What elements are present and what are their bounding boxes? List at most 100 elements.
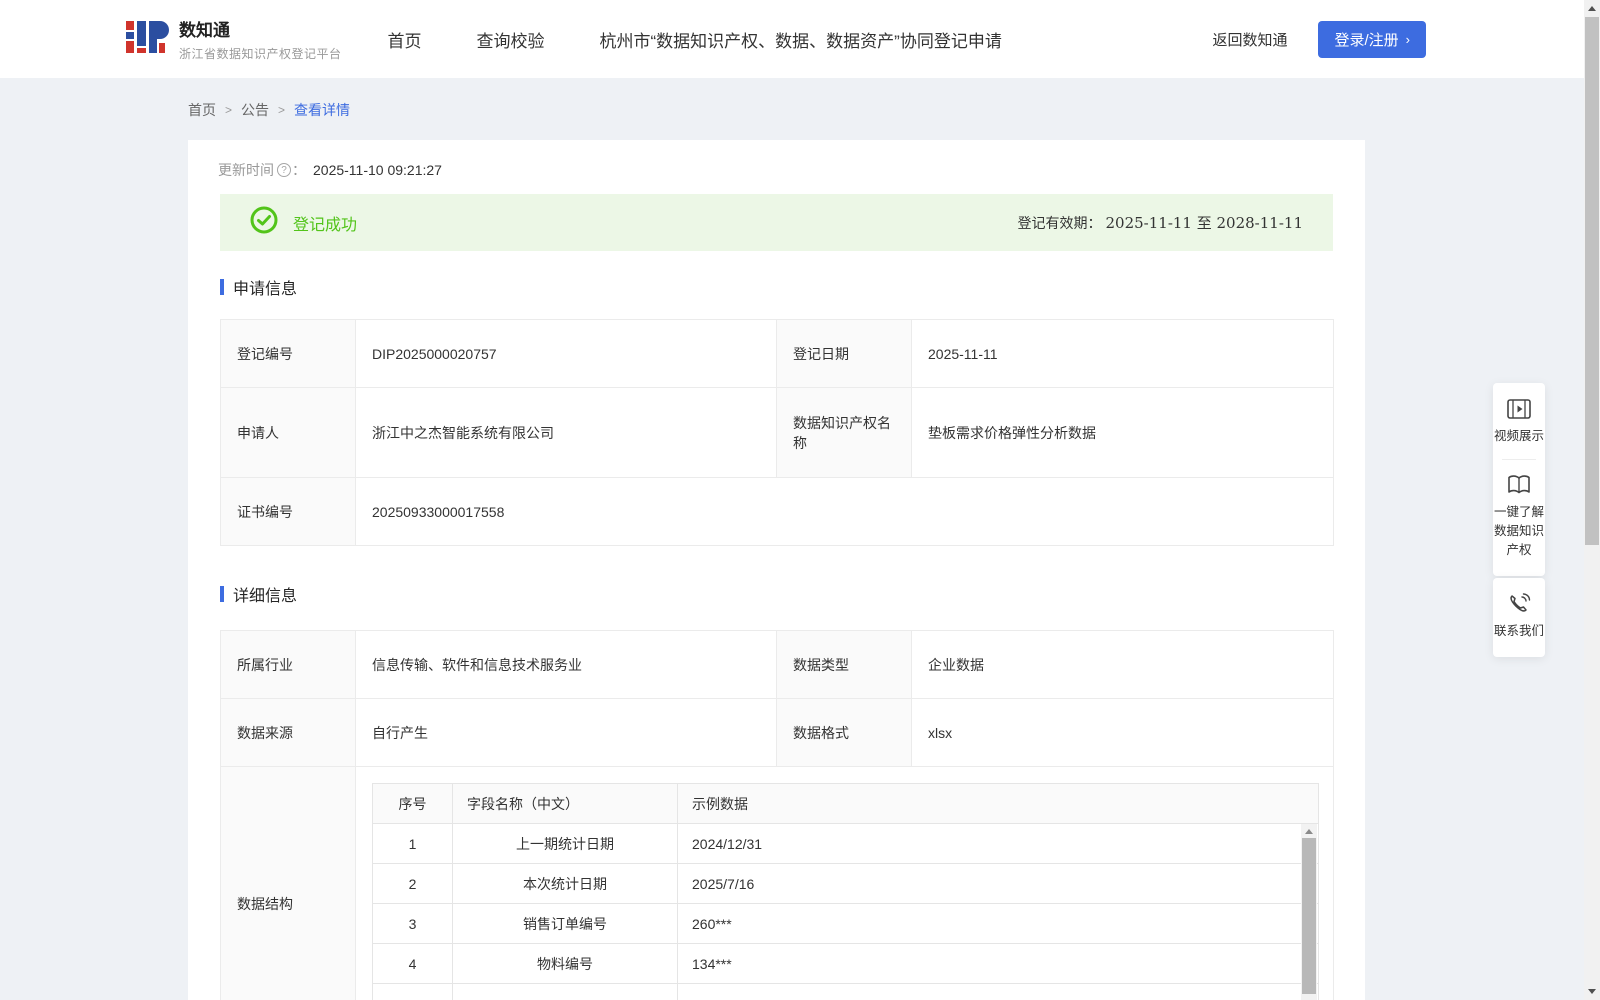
cell-sample: 134*** <box>677 943 1319 984</box>
validity-label: 登记有效期： <box>1017 214 1102 231</box>
guide-item[interactable]: 一键了解数据知识产权 <box>1493 473 1545 560</box>
scrollbar-up-arrow-icon[interactable] <box>1305 829 1313 834</box>
status-text: 登记成功 <box>293 216 358 234</box>
cell-index: 4 <box>372 943 453 984</box>
data-type-value: 企业数据 <box>911 630 1334 699</box>
nav-item-home[interactable]: 首页 <box>388 27 422 52</box>
top-header: 数知通 浙江省数据知识产权登记平台 首页 查询校验 杭州市“数据知识产权、数据、… <box>0 0 1600 78</box>
nav-item-query-check[interactable]: 查询校验 <box>477 27 545 52</box>
breadcrumb-announcement[interactable]: 公告 <box>241 100 269 120</box>
table-row: 申请人 浙江中之杰智能系统有限公司 数据知识产权名称 垫板需求价格弹性分析数据 <box>220 387 1334 478</box>
update-time-colon: ： <box>292 162 306 178</box>
breadcrumb: 首页 > 公告 > 查看详情 <box>188 100 350 120</box>
table-row: 所属行业 信息传输、软件和信息技术服务业 数据类型 企业数据 <box>220 630 1334 699</box>
industry-value: 信息传输、软件和信息技术服务业 <box>355 630 777 699</box>
floating-panel-top: 视频展示 一键了解数据知识产权 <box>1493 383 1545 576</box>
structure-row: 3 销售订单编号 260*** <box>372 903 1319 944</box>
logo-title: 数知通 <box>179 21 230 40</box>
data-format-value: xlsx <box>911 698 1334 767</box>
structure-row <box>372 983 1319 1000</box>
cell-sample: 2024/12/31 <box>677 823 1319 864</box>
col-header-index: 序号 <box>372 783 453 824</box>
cell-field <box>452 983 678 1000</box>
nav-item-hangzhou-registration[interactable]: 杭州市“数据知识产权、数据、数据资产”协同登记申请 <box>600 27 1002 52</box>
data-type-label: 数据类型 <box>776 630 912 699</box>
reg-date-label: 登记日期 <box>776 319 912 388</box>
contact-label: 联系我们 <box>1494 624 1545 638</box>
update-time-row: 更新时间 ? ： 2025-11-10 09:21:27 <box>188 140 1365 180</box>
scrollbar-up-arrow-icon[interactable] <box>1588 6 1596 11</box>
cell-index <box>372 983 453 1000</box>
structure-header-row: 序号 字段名称（中文） 示例数据 <box>372 783 1319 824</box>
applicant-label: 申请人 <box>220 387 356 478</box>
breadcrumb-separator: > <box>278 103 286 117</box>
structure-row: 1 上一期统计日期 2024/12/31 <box>372 823 1319 864</box>
cell-index: 1 <box>372 823 453 864</box>
data-source-label: 数据来源 <box>220 698 356 767</box>
check-circle-icon <box>250 206 278 239</box>
data-source-value: 自行产生 <box>355 698 777 767</box>
help-icon[interactable]: ? <box>277 163 291 177</box>
login-register-label: 登录/注册 <box>1334 31 1399 49</box>
guide-label: 一键了解数据知识产权 <box>1494 505 1545 557</box>
breadcrumb-current: 查看详情 <box>294 102 351 118</box>
reg-no-label: 登记编号 <box>220 319 356 388</box>
structure-table-wrap: 序号 字段名称（中文） 示例数据 1 上一期统计日期 2024/12/31 2 … <box>372 783 1319 1000</box>
update-time-value: 2025-11-10 09:21:27 <box>313 162 442 178</box>
ip-name-value: 垫板需求价格弹性分析数据 <box>911 387 1334 478</box>
back-to-shuzhitong-link[interactable]: 返回数知通 <box>1212 29 1287 50</box>
validity-period: 登记有效期： 2025-11-11 至 2028-11-11 <box>1017 212 1303 233</box>
logo-subtitle: 浙江省数据知识产权登记平台 <box>179 47 342 61</box>
registration-success-banner: 登记成功 登记有效期： 2025-11-11 至 2028-11-11 <box>220 194 1333 251</box>
application-section-title-text: 申请信息 <box>233 281 298 298</box>
structure-table-scrollbar[interactable] <box>1301 824 1317 1000</box>
col-header-sample: 示例数据 <box>677 783 1319 824</box>
table-row: 登记编号 DIP2025000020757 登记日期 2025-11-11 <box>220 319 1334 388</box>
cell-field: 物料编号 <box>452 943 678 984</box>
col-header-field: 字段名称（中文） <box>452 783 678 824</box>
book-icon <box>1508 475 1530 494</box>
cell-sample: 260*** <box>677 903 1319 944</box>
header-right: 返回数知通 登录/注册 › <box>1212 20 1426 58</box>
scrollbar-thumb[interactable] <box>1302 838 1316 994</box>
table-row: 数据来源 自行产生 数据格式 xlsx <box>220 698 1334 767</box>
logo-text: 数知通 浙江省数据知识产权登记平台 <box>179 16 342 62</box>
cell-index: 3 <box>372 903 453 944</box>
validity-value: 2025-11-11 至 2028-11-11 <box>1105 214 1303 232</box>
table-row: 数据结构 序号 字段名称（中文） 示例数据 1 上一期统计日期 2024/12/… <box>220 766 1334 1000</box>
detail-section-title-text: 详细信息 <box>233 588 298 605</box>
cert-no-label: 证书编号 <box>220 477 356 546</box>
application-section-title: 申请信息 <box>220 275 1365 299</box>
detail-info-table: 所属行业 信息传输、软件和信息技术服务业 数据类型 企业数据 数据来源 自行产生… <box>220 630 1334 1000</box>
structure-table: 序号 字段名称（中文） 示例数据 1 上一期统计日期 2024/12/31 2 … <box>372 783 1319 1000</box>
cell-sample: 2025/7/16 <box>677 863 1319 904</box>
cell-field: 销售订单编号 <box>452 903 678 944</box>
section-bar <box>220 586 224 602</box>
page-scrollbar-thumb[interactable] <box>1585 17 1599 545</box>
applicant-value: 浙江中之杰智能系统有限公司 <box>355 387 777 478</box>
page-scrollbar[interactable] <box>1584 0 1600 1000</box>
breadcrumb-separator: > <box>225 103 233 117</box>
logo[interactable]: 数知通 浙江省数据知识产权登记平台 <box>123 14 342 65</box>
scrollbar-down-arrow-icon[interactable] <box>1588 989 1596 994</box>
detail-section-title: 详细信息 <box>220 582 1365 606</box>
video-demo-item[interactable]: 视频展示 <box>1493 397 1545 446</box>
cert-no-value: 20250933000017558 <box>355 477 1334 546</box>
update-time-label: 更新时间 <box>218 162 274 178</box>
table-row: 证书编号 20250933000017558 <box>220 477 1334 546</box>
detail-card: 更新时间 ? ： 2025-11-10 09:21:27 登记成功 登记有效期：… <box>188 140 1365 1000</box>
login-register-button[interactable]: 登录/注册 › <box>1318 20 1426 58</box>
breadcrumb-home[interactable]: 首页 <box>188 100 216 120</box>
divider <box>1502 459 1536 460</box>
chevron-right-icon: › <box>1405 31 1410 47</box>
floating-panel-contact[interactable]: 联系我们 <box>1493 578 1545 657</box>
industry-label: 所属行业 <box>220 630 356 699</box>
video-demo-label: 视频展示 <box>1494 429 1545 443</box>
data-format-label: 数据格式 <box>776 698 912 767</box>
application-info-table: 登记编号 DIP2025000020757 登记日期 2025-11-11 申请… <box>220 319 1334 546</box>
data-structure-label: 数据结构 <box>220 766 356 1000</box>
reg-no-value: DIP2025000020757 <box>355 319 777 388</box>
cell-field: 本次统计日期 <box>452 863 678 904</box>
ip-name-label: 数据知识产权名称 <box>776 387 912 478</box>
cell-sample <box>677 983 1319 1000</box>
